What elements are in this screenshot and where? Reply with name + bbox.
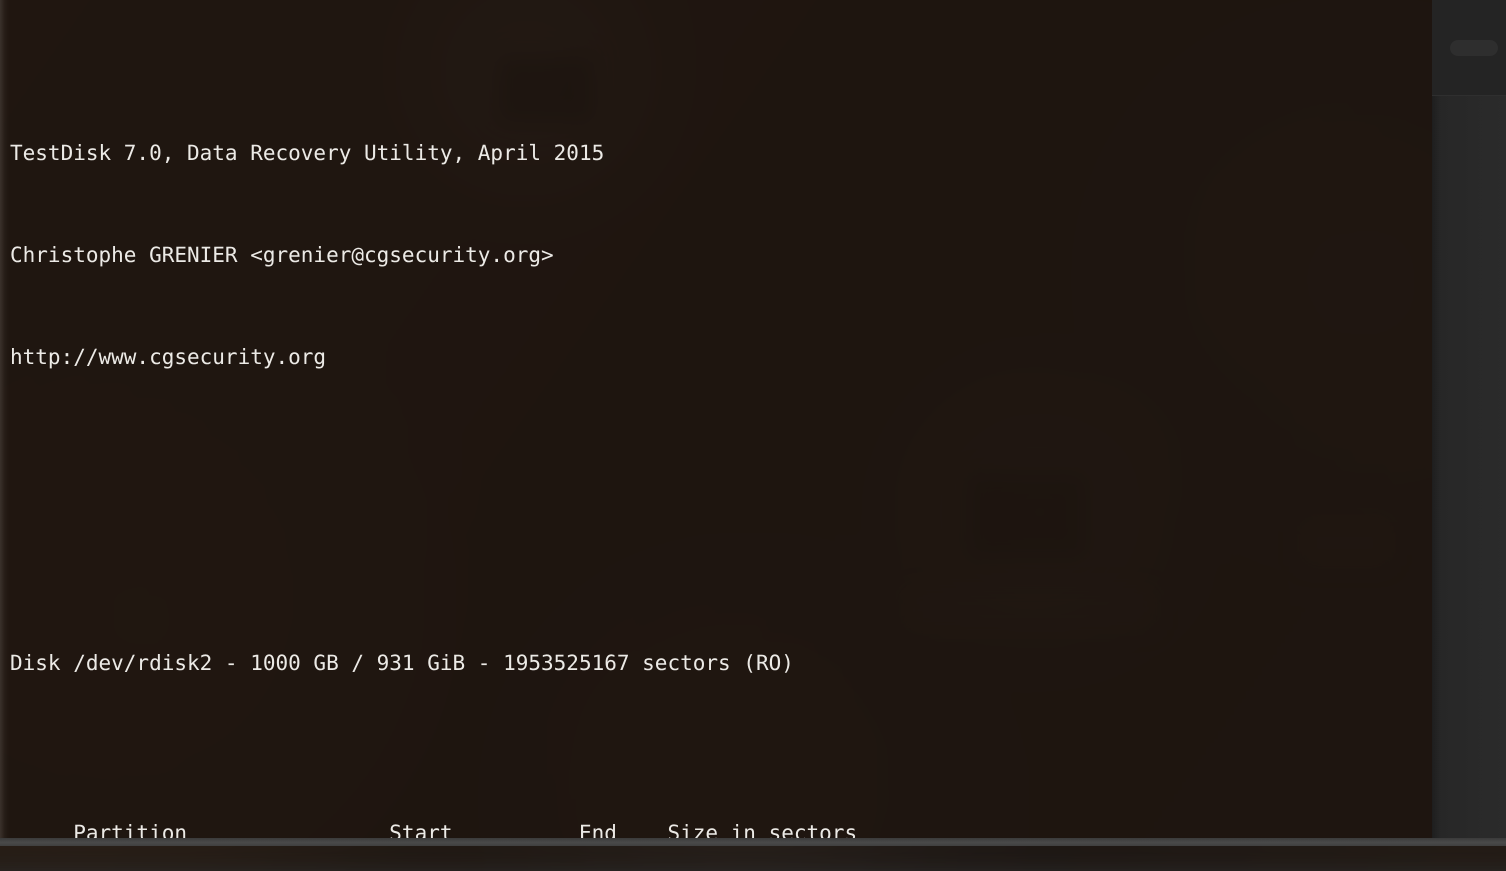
app-author-line: Christophe GRENIER <grenier@cgsecurity.o… — [0, 238, 920, 272]
background-window-edge[interactable] — [1432, 0, 1506, 846]
terminal-screen: TestDisk 7.0, Data Recovery Utility, Apr… — [0, 0, 920, 838]
disk-summary-line: Disk /dev/rdisk2 - 1000 GB / 931 GiB - 1… — [0, 646, 920, 680]
testdisk-terminal-window[interactable]: TestDisk 7.0, Data Recovery Utility, Apr… — [0, 0, 1432, 838]
app-title-line: TestDisk 7.0, Data Recovery Utility, Apr… — [0, 136, 920, 170]
background-window-control — [1450, 40, 1498, 56]
spacer-row — [0, 476, 920, 510]
partition-table-header: Partition Start End Size in sectors — [0, 816, 920, 838]
app-url-line: http://www.cgsecurity.org — [0, 340, 920, 374]
desktop-bottom-bar — [0, 838, 1506, 846]
